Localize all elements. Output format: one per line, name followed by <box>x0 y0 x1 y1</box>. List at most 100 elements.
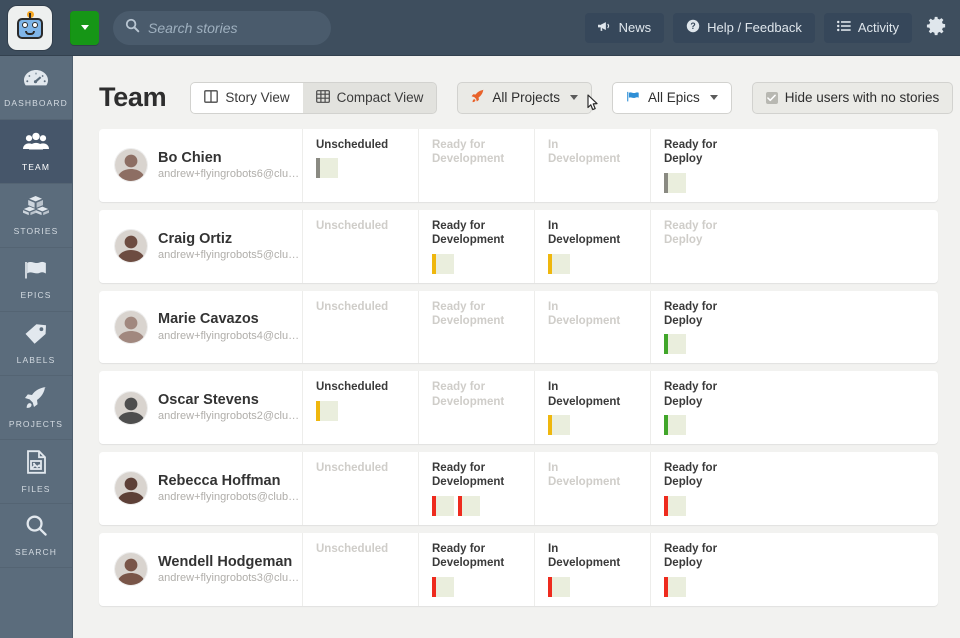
sidebar-item-dashboard[interactable]: DASHBOARD <box>0 56 72 120</box>
sidebar-item-files[interactable]: FILES <box>0 440 72 504</box>
sidebar-item-label: STORIES <box>13 226 59 236</box>
story-bar[interactable] <box>548 253 570 274</box>
table-row[interactable]: Oscar Stevens andrew+flyingrobots2@clubh.… <box>99 371 938 444</box>
create-story-button-group[interactable]: Create Story <box>70 10 99 45</box>
news-button[interactable]: News <box>584 12 665 43</box>
gear-icon <box>925 14 948 42</box>
avatar[interactable] <box>115 149 147 182</box>
workflow-column-title: Unscheduled <box>316 300 389 313</box>
sidebar-item-stories[interactable]: STORIES <box>0 184 72 248</box>
story-bar[interactable] <box>316 158 338 179</box>
story-bar[interactable] <box>432 576 454 597</box>
user-cell[interactable]: Bo Chien andrew+flyingrobots6@clubh... <box>99 129 302 202</box>
avatar[interactable] <box>115 553 147 586</box>
sidebar-item-epics[interactable]: EPICS <box>0 248 72 312</box>
create-story-dropdown-button[interactable] <box>71 10 99 45</box>
table-row[interactable]: Craig Ortiz andrew+flyingrobots5@clubh...… <box>99 209 938 283</box>
workflow-column[interactable]: Ready for Deploy <box>650 209 938 283</box>
story-bar[interactable] <box>548 576 570 597</box>
user-cell[interactable]: Craig Ortiz andrew+flyingrobots5@clubh... <box>99 210 302 283</box>
team-rows-list: Bo Chien andrew+flyingrobots6@clubh... Uns… <box>99 129 938 606</box>
people-icon <box>22 132 50 157</box>
help-feedback-label: Help / Feedback <box>707 20 802 35</box>
workflow-column[interactable]: Ready for Development <box>418 290 534 364</box>
table-row[interactable]: Marie Cavazos andrew+flyingrobots4@clubh.… <box>99 290 938 364</box>
chevron-down-icon <box>81 25 89 30</box>
workflow-column[interactable]: Ready for Deploy <box>650 290 938 364</box>
workflow-column[interactable]: Unscheduled <box>302 290 418 364</box>
help-feedback-button[interactable]: ? Help / Feedback <box>673 12 815 43</box>
story-bar[interactable] <box>432 495 454 516</box>
avatar[interactable] <box>115 310 147 343</box>
story-bar[interactable] <box>664 334 686 355</box>
workflow-column[interactable]: In Development <box>534 209 650 283</box>
all-projects-filter[interactable]: All Projects <box>458 82 591 113</box>
workflow-column[interactable]: In Development <box>534 290 650 364</box>
story-bars <box>548 576 650 597</box>
story-bars <box>432 495 534 516</box>
workflow-column[interactable]: Unscheduled <box>302 129 418 202</box>
app-logo[interactable] <box>8 5 52 50</box>
sidebar-item-projects[interactable]: PROJECTS <box>0 376 72 440</box>
user-cell[interactable]: Wendell Hodgeman andrew+flyingrobots3@clu… <box>99 533 302 606</box>
avatar[interactable] <box>115 391 147 424</box>
table-row[interactable]: Bo Chien andrew+flyingrobots6@clubh... Uns… <box>99 129 938 202</box>
workflow-column-title: Ready for Development <box>432 139 505 166</box>
sidebar-item-search[interactable]: SEARCH <box>0 504 72 568</box>
story-bar[interactable] <box>664 576 686 597</box>
user-cell[interactable]: Oscar Stevens andrew+flyingrobots2@clubh.… <box>99 371 302 444</box>
workflow-column[interactable]: In Development <box>534 371 650 444</box>
search-stories-box[interactable] <box>113 10 331 45</box>
workflow-column[interactable]: In Development <box>534 129 650 202</box>
story-bar[interactable] <box>548 415 570 435</box>
story-bars <box>548 415 650 435</box>
sidebar-item-labels[interactable]: LABELS <box>0 312 72 376</box>
workflow-column[interactable]: Ready for Deploy <box>650 129 938 202</box>
story-bar[interactable] <box>316 400 338 421</box>
workflow-column-title: Ready for Deploy <box>664 542 718 570</box>
all-epics-filter[interactable]: All Epics <box>612 82 731 113</box>
workflow-column[interactable]: Unscheduled <box>302 371 418 444</box>
sidebar-item-team[interactable]: TEAM <box>0 120 72 184</box>
story-bar[interactable] <box>664 172 686 193</box>
workflow-column[interactable]: Ready for Development <box>418 209 534 283</box>
workflow-column[interactable]: Ready for Development <box>418 371 534 444</box>
hide-users-label: Hide users with no stories <box>784 90 940 105</box>
story-bar[interactable] <box>664 495 686 516</box>
tag-icon <box>24 323 48 350</box>
workflow-column[interactable]: Unscheduled <box>302 209 418 283</box>
hide-users-toggle[interactable]: Hide users with no stories <box>752 82 953 113</box>
avatar[interactable] <box>115 230 147 263</box>
workflow-column[interactable]: In Development <box>534 532 650 606</box>
workflow-column[interactable]: Ready for Deploy <box>650 371 938 444</box>
sidebar-item-label: DASHBOARD <box>4 97 68 108</box>
workflow-column[interactable]: Unscheduled <box>302 452 418 525</box>
table-row[interactable]: Rebecca Hoffman andrew+flyingrobots@clubh… <box>99 452 938 525</box>
workflow-column[interactable]: In Development <box>534 452 650 525</box>
workflow-column[interactable]: Ready for Development <box>418 532 534 606</box>
rocket-icon <box>471 89 485 106</box>
settings-button[interactable] <box>925 14 948 42</box>
activity-button[interactable]: Activity <box>823 12 912 43</box>
workflow-column-title: Ready for Deploy <box>664 219 718 247</box>
search-icon <box>125 18 140 38</box>
avatar[interactable] <box>115 472 147 505</box>
workflow-column[interactable]: Unscheduled <box>302 532 418 606</box>
workflow-column[interactable]: Ready for Deploy <box>650 452 938 525</box>
compact-view-button[interactable]: Compact View <box>302 82 437 113</box>
user-cell[interactable]: Rebecca Hoffman andrew+flyingrobots@clubh… <box>99 452 302 525</box>
workflow-column[interactable]: Ready for Development <box>418 129 534 202</box>
workflow-column[interactable]: Ready for Deploy <box>650 532 938 606</box>
story-bar[interactable] <box>664 415 686 435</box>
main-content: Team Story View Compact View All Project… <box>73 56 960 638</box>
workflow-column[interactable]: Ready for Development <box>418 452 534 525</box>
story-view-button[interactable]: Story View <box>191 82 303 113</box>
story-bar[interactable] <box>432 253 454 274</box>
search-input[interactable] <box>148 19 318 36</box>
megaphone-icon <box>597 20 612 36</box>
user-cell[interactable]: Marie Cavazos andrew+flyingrobots4@clubh.… <box>99 291 302 364</box>
story-bar[interactable] <box>458 495 480 516</box>
news-label: News <box>618 20 652 35</box>
table-row[interactable]: Wendell Hodgeman andrew+flyingrobots3@clu… <box>99 532 938 606</box>
activity-label: Activity <box>857 20 899 35</box>
